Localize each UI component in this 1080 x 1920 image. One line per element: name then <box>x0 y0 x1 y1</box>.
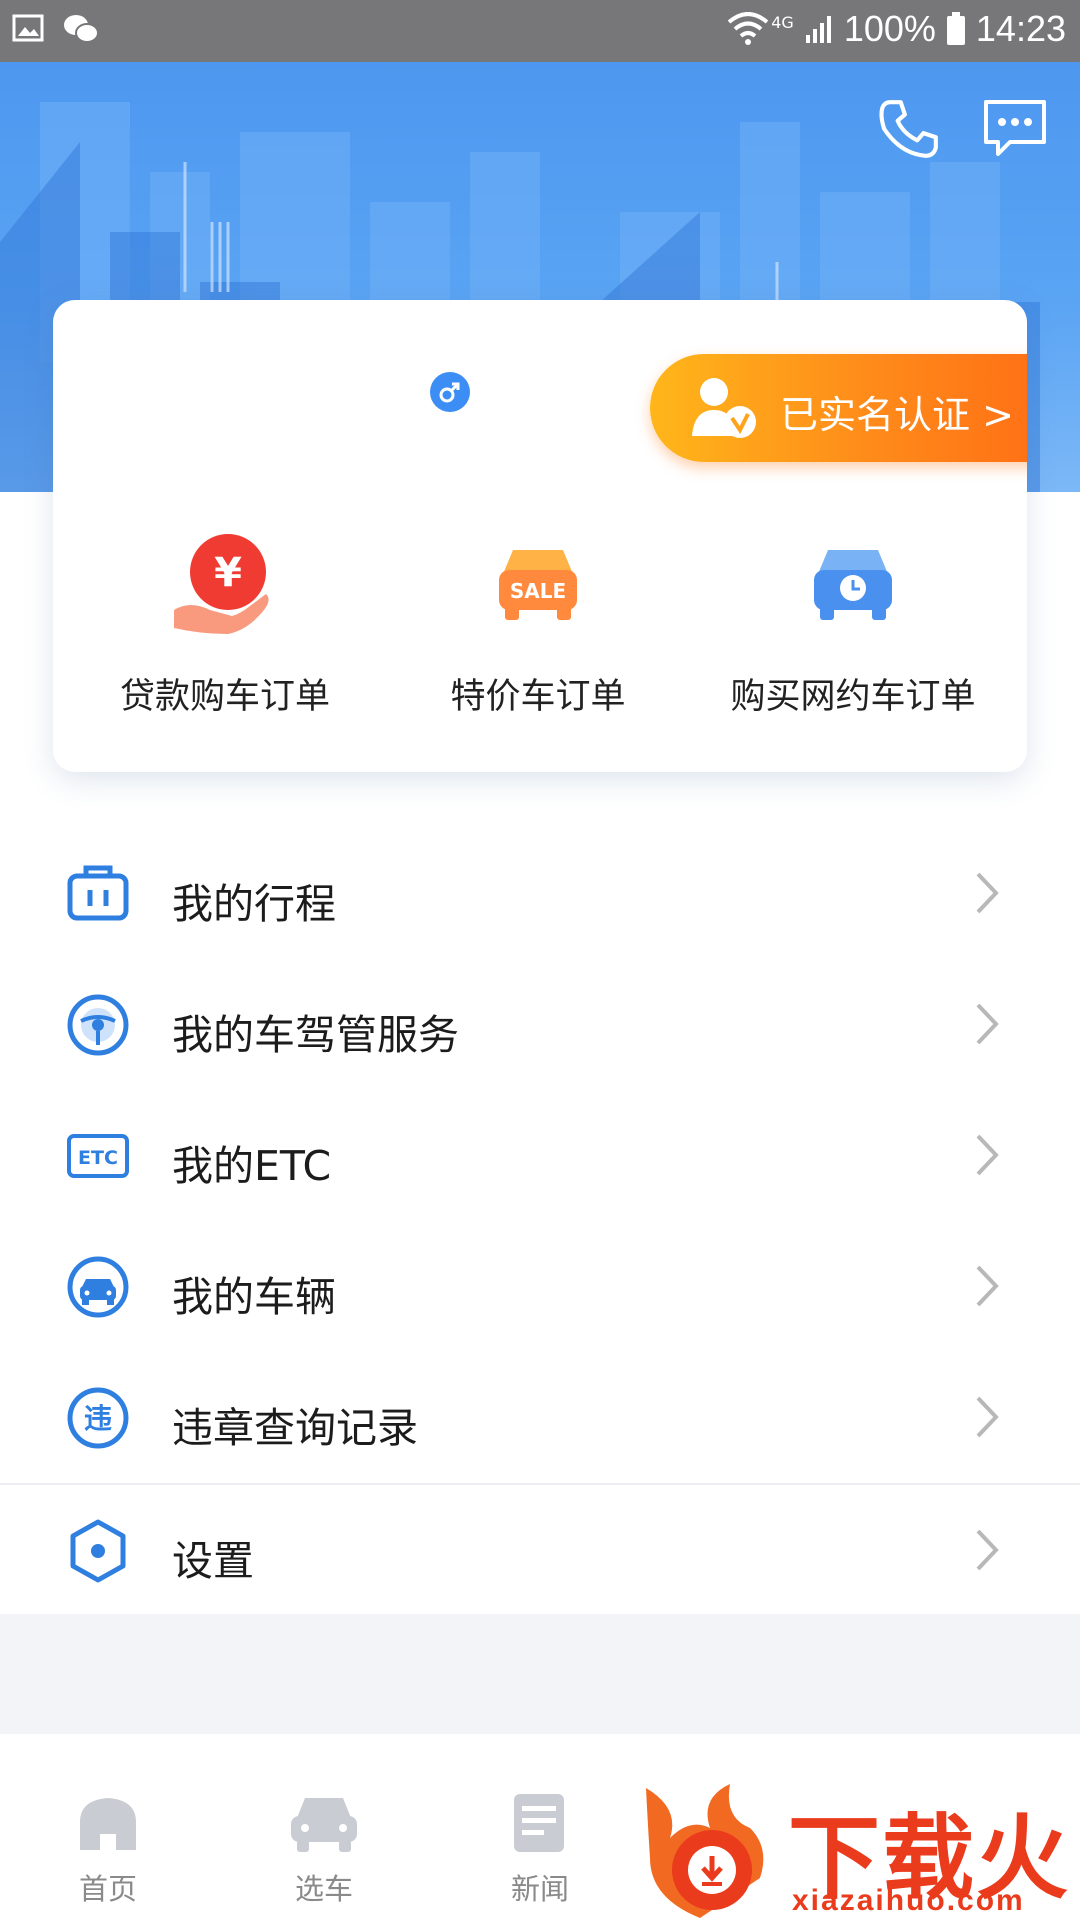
chevron-right-icon <box>976 1529 999 1571</box>
chat-bubble-icon <box>984 100 1046 156</box>
menu-item-label: 我的车辆 <box>172 1273 336 1321</box>
xiazaihuo-watermark: 下载火 xiazaihuo.com <box>640 1778 1080 1920</box>
verified-badge-button[interactable]: 已实名认证 > <box>650 354 1027 462</box>
chevron-right-icon <box>976 1396 999 1438</box>
battery-icon <box>946 12 965 45</box>
sale-car-icon: SALE <box>499 550 577 620</box>
gallery-icon <box>12 14 44 42</box>
chevron-right-icon <box>976 1003 999 1045</box>
tab-home[interactable]: 首页 <box>38 1792 178 1908</box>
settings-hexagon-icon <box>70 1519 126 1583</box>
order-shortcuts: ¥ 贷款购车订单 SALE 特价车订单 购买网约车订单 <box>53 530 1027 750</box>
chevron-right-icon <box>976 872 999 914</box>
svg-text:ETC: ETC <box>78 1147 118 1169</box>
etc-icon: ETC <box>67 1134 129 1178</box>
user-verified-icon <box>692 378 756 438</box>
profile-card: 已实名认证 > ¥ 贷款购车订单 SALE 特价车订单 购买网约车订单 <box>53 300 1027 772</box>
special-car-order-shortcut[interactable]: SALE 特价车订单 <box>378 530 698 719</box>
violation-icon: 违 <box>67 1387 129 1449</box>
menu-item-my-vehicles[interactable]: 我的车辆 <box>0 1221 1080 1352</box>
chevron-right-icon <box>976 1134 999 1176</box>
menu-item-label: 我的行程 <box>172 880 336 928</box>
tab-label: 首页 <box>78 1872 137 1906</box>
verified-label: 已实名认证 > <box>780 393 1014 437</box>
svg-text:违: 违 <box>84 1402 112 1435</box>
menu-item-my-etc[interactable]: ETC 我的ETC <box>0 1090 1080 1221</box>
content-footer-spacer <box>0 1614 1080 1734</box>
car-icon <box>291 1798 357 1852</box>
signal-icon <box>805 16 831 43</box>
order-label: 贷款购车订单 <box>119 677 330 717</box>
watermark-url: xiazaihuo.com <box>792 1884 1025 1917</box>
ride-hailing-car-clock-icon <box>814 550 892 620</box>
status-bar: 4G 100% 14:23 <box>0 0 1080 62</box>
phone-icon <box>879 100 938 158</box>
male-icon <box>430 372 470 412</box>
menu-item-label: 我的ETC <box>172 1142 332 1190</box>
ride-hailing-order-shortcut[interactable]: 购买网约车订单 <box>693 530 1013 719</box>
trip-briefcase-icon <box>67 865 129 921</box>
menu-item-label: 违章查询记录 <box>172 1404 418 1452</box>
loan-order-shortcut[interactable]: ¥ 贷款购车订单 <box>65 530 385 719</box>
tab-select-car[interactable]: 选车 <box>254 1792 394 1908</box>
car-icon <box>67 1256 129 1318</box>
home-icon <box>80 1798 136 1850</box>
menu-item-violation-records[interactable]: 违 违章查询记录 <box>0 1352 1080 1483</box>
wechat-icon <box>64 15 99 43</box>
menu-item-vehicle-services[interactable]: 我的车驾管服务 <box>0 959 1080 1090</box>
menu-item-settings[interactable]: 设置 <box>0 1485 1080 1616</box>
menu-item-my-trips[interactable]: 我的行程 <box>0 828 1080 959</box>
svg-text:¥: ¥ <box>214 550 242 596</box>
tab-label: 新闻 <box>510 1872 569 1906</box>
chevron-right-icon <box>976 1265 999 1307</box>
flame-download-logo-icon <box>646 1784 764 1918</box>
tab-label: 选车 <box>294 1872 353 1906</box>
menu-item-label: 设置 <box>172 1537 254 1585</box>
wifi-icon <box>727 12 769 45</box>
clock: 14:23 <box>975 8 1066 49</box>
news-icon <box>514 1794 564 1852</box>
menu-item-label: 我的车驾管服务 <box>172 1011 459 1059</box>
phone-button[interactable] <box>876 96 942 166</box>
steering-wheel-icon <box>67 994 129 1056</box>
order-label: 特价车订单 <box>450 677 626 717</box>
order-label: 购买网约车订单 <box>730 677 976 717</box>
message-button[interactable] <box>980 96 1050 166</box>
loan-hand-yen-icon: ¥ <box>174 534 269 634</box>
network-type: 4G <box>771 12 794 32</box>
tab-news[interactable]: 新闻 <box>470 1792 610 1908</box>
menu-list: 我的行程 我的车驾管服务 ETC 我的ETC 我的车辆 违 违章查询记录 设置 <box>0 828 1080 1616</box>
battery-percent: 100% <box>843 8 936 49</box>
svg-text:SALE: SALE <box>510 579 566 603</box>
